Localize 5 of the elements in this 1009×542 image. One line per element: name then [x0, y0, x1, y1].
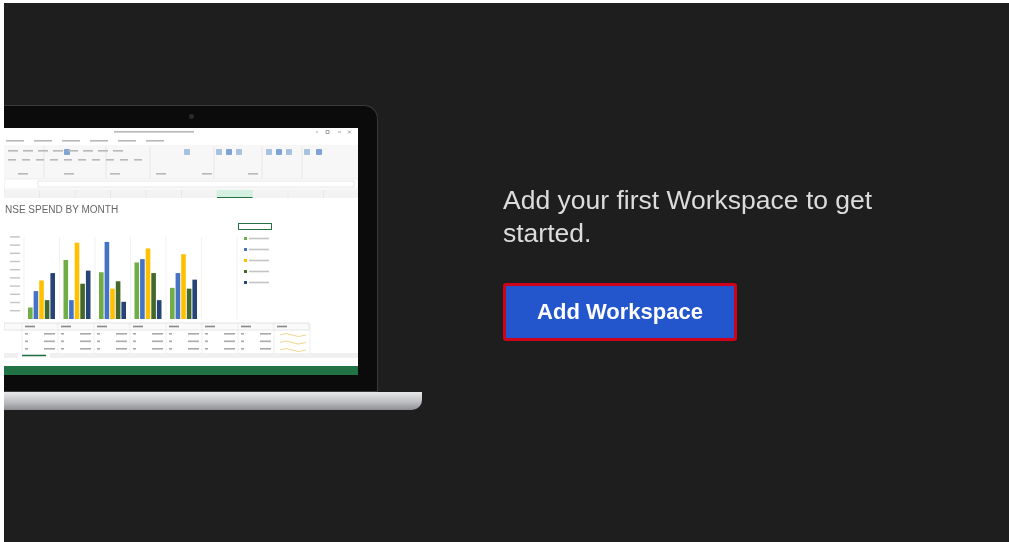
selected-cell	[238, 223, 272, 230]
sheet-title: NSE SPEND BY MONTH	[4, 204, 120, 216]
camera-icon	[189, 114, 194, 119]
empty-state-message: Add your first Workspace to get started.	[503, 184, 874, 250]
add-workspace-button[interactable]: Add Workspace	[503, 283, 737, 341]
